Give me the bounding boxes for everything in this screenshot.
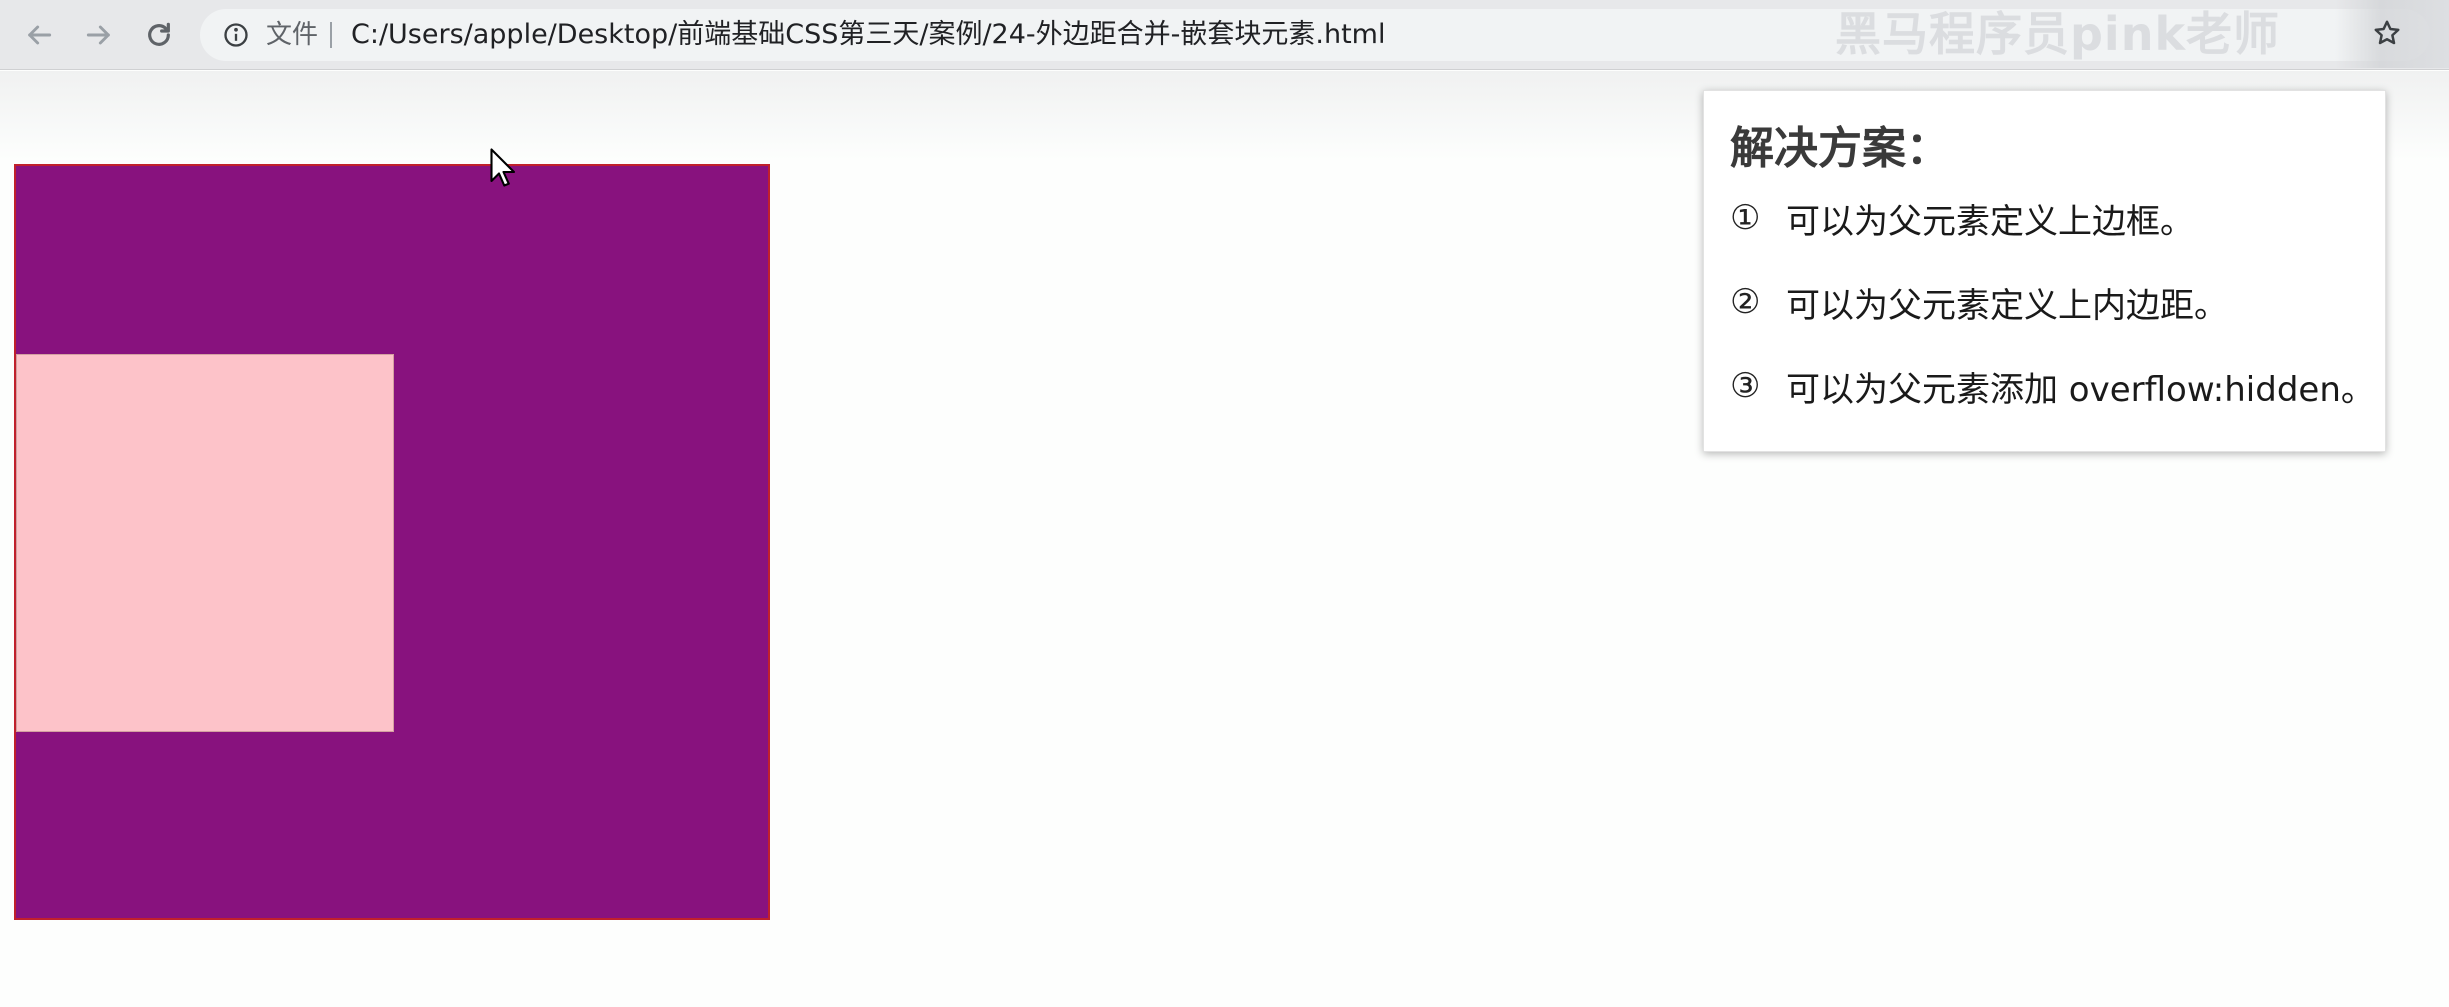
father-box: [14, 164, 770, 920]
forward-button[interactable]: [78, 14, 120, 56]
panel-title: 解决方案：: [1730, 123, 1950, 174]
item-number: ②: [1730, 282, 1761, 322]
info-icon[interactable]: [222, 21, 250, 49]
star-icon[interactable]: [2372, 18, 2402, 48]
address-separator: [330, 22, 332, 48]
son-box: [16, 354, 394, 732]
back-button[interactable]: [18, 14, 60, 56]
back-arrow-icon: [28, 25, 52, 45]
item-text: 可以为父元素定义上内边距。: [1786, 285, 2228, 326]
forward-arrow-icon: [86, 25, 110, 45]
file-scheme-label: 文件: [266, 20, 319, 50]
solution-panel: 解决方案： ① 可以为父元素定义上边框。 ② 可以为父元素定义上内边距。 ③ 可…: [1703, 90, 2386, 452]
url-text[interactable]: C:/Users/apple/Desktop/前端基础CSS第三天/案例/24-…: [351, 18, 1385, 52]
item-text: 可以为父元素添加 overflow:hidden。: [1786, 369, 2375, 410]
solution-item: ② 可以为父元素定义上内边距。: [1730, 278, 2228, 326]
solution-item: ③ 可以为父元素添加 overflow:hidden。: [1730, 362, 2375, 410]
item-number: ③: [1730, 366, 1761, 406]
item-text: 可以为父元素定义上边框。: [1786, 201, 2194, 242]
watermark: 黑马程序员pink老师: [1835, 7, 2281, 61]
browser-toolbar: 文件 C:/Users/apple/Desktop/前端基础CSS第三天/案例/…: [0, 0, 2449, 70]
reload-icon: [148, 22, 170, 46]
item-number: ①: [1730, 198, 1761, 238]
reload-button[interactable]: [138, 14, 180, 56]
solution-item: ① 可以为父元素定义上边框。: [1730, 194, 2194, 242]
mouse-cursor-icon: [490, 148, 516, 187]
